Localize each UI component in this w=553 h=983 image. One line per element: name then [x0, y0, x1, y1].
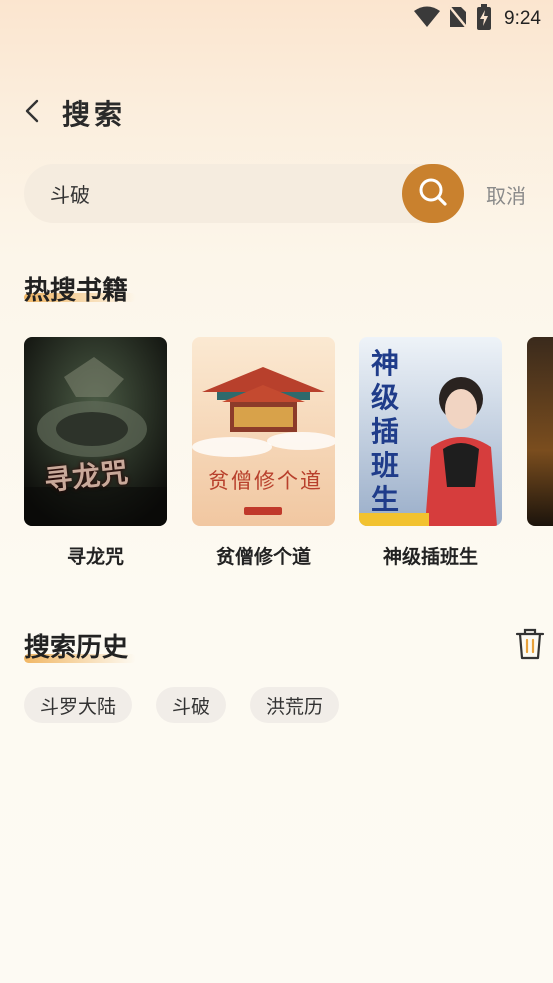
status-time: 9:24 [504, 8, 541, 29]
hot-books-title: 热搜书籍 [24, 276, 129, 306]
history-list: 斗罗大陆 斗破 洪荒历 [24, 687, 340, 723]
search-input[interactable] [50, 164, 400, 223]
wifi-icon [414, 6, 441, 32]
book-cover[interactable]: 寻龙咒 [24, 337, 167, 526]
history-chip[interactable]: 洪荒历 [250, 687, 340, 723]
book-cover[interactable]: 贫僧修个道 [192, 337, 335, 526]
book-title: 寻龙咒 [66, 546, 124, 568]
header: 搜索 [0, 88, 553, 136]
no-sim-icon [448, 5, 468, 33]
cancel-button[interactable]: 取消 [486, 180, 526, 209]
book-cover-title: 贫僧修个道 [208, 469, 323, 493]
book-card-2[interactable]: 贫僧修个道 贫僧修个道 [192, 337, 335, 568]
search-button[interactable] [402, 164, 464, 223]
book-card-4-partial[interactable] [527, 337, 553, 526]
search-icon [417, 176, 449, 212]
status-bar: 9:24 [0, 0, 553, 40]
history-title: 搜索历史 [24, 633, 129, 663]
status-icons: 9:24 [414, 4, 541, 34]
search-bar [24, 164, 464, 223]
book-title: 贫僧修个道 [215, 546, 311, 568]
book-title: 神级插班生 [382, 546, 478, 568]
page-title: 搜索 [62, 98, 127, 131]
chevron-left-icon [18, 99, 48, 130]
trash-icon [514, 628, 546, 664]
book-cover-title: 神级插班生 [371, 347, 400, 516]
history-chip[interactable]: 斗罗大陆 [24, 687, 133, 723]
book-card-3[interactable]: 神级插班生 神级插班生 [359, 337, 502, 568]
back-button[interactable] [18, 96, 48, 126]
history-chip[interactable]: 斗破 [156, 687, 227, 723]
battery-charging-icon [476, 4, 492, 34]
book-card-1[interactable]: 寻龙咒 寻龙咒 [24, 337, 167, 568]
clear-history-button[interactable] [514, 626, 546, 660]
book-cover[interactable]: 神级插班生 [359, 337, 502, 526]
